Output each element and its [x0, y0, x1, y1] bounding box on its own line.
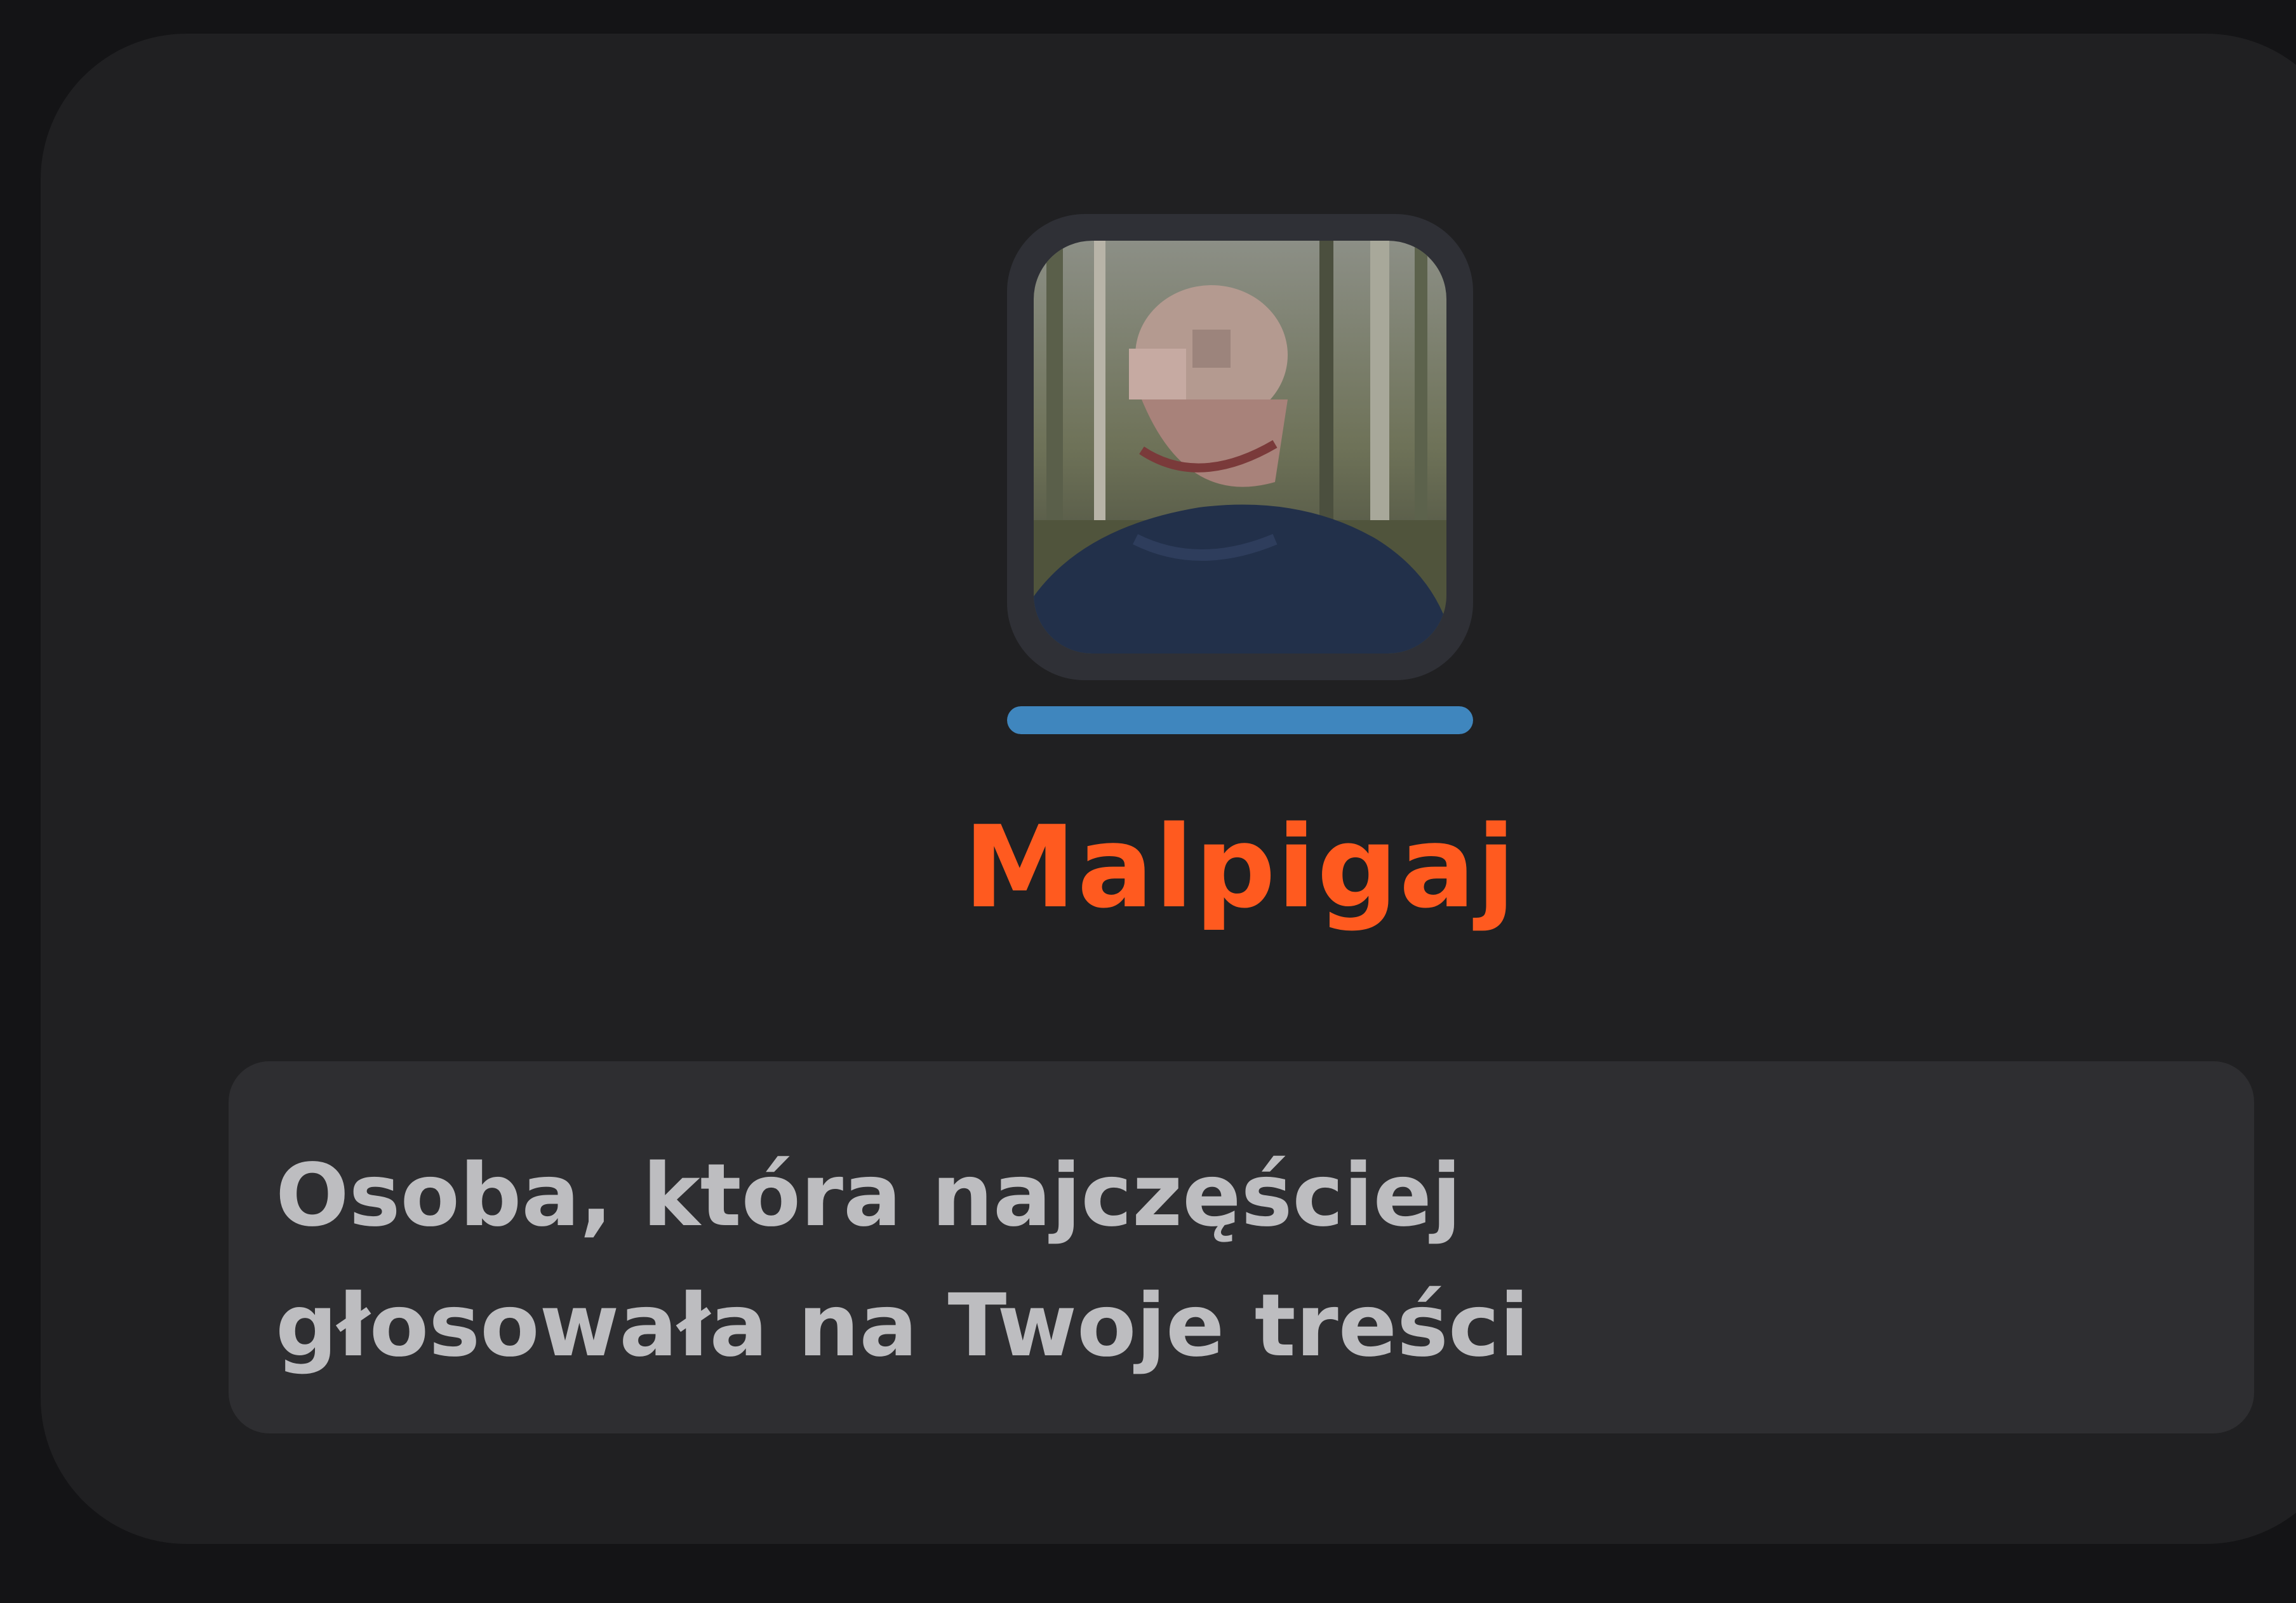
- description-line: Osoba, która najczęściej: [276, 1146, 1462, 1246]
- progress-bar: [1007, 706, 1473, 734]
- username-label[interactable]: Malpigaj: [676, 805, 1805, 930]
- progress-bar-fill: [1007, 706, 1473, 734]
- user-avatar-photo-icon: [1034, 241, 1446, 654]
- description-box: Osoba, która najczęściej głosowała na Tw…: [229, 1061, 2254, 1433]
- description-line: głosowała na Twoje treści: [276, 1276, 1530, 1376]
- avatar-frame[interactable]: [1007, 214, 1473, 680]
- top-voter-card: Malpigaj Osoba, która najczęściej głosow…: [41, 34, 2296, 1544]
